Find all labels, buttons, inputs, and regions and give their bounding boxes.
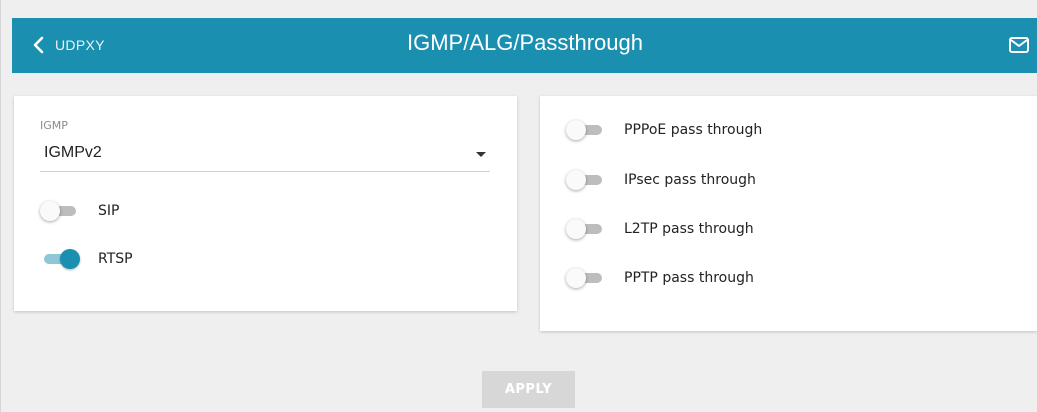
sip-toggle-label: SIP <box>98 203 120 219</box>
sip-toggle[interactable] <box>40 200 80 222</box>
page-title: IGMP/ALG/Passthrough <box>407 30 643 55</box>
page: UDPXY IGMP/ALG/Passthrough IGMP IGMPv2 S… <box>0 0 1037 412</box>
toggle-row-ipsec[interactable]: IPsec pass through <box>566 169 756 191</box>
toggle-row-l2tp[interactable]: L2TP pass through <box>566 218 754 240</box>
igmp-alg-card: IGMP IGMPv2 SIP RTSP <box>14 96 517 311</box>
ipsec-toggle[interactable] <box>566 169 606 191</box>
toggle-row-pppoe[interactable]: PPPoE pass through <box>566 119 762 141</box>
ipsec-toggle-label: IPsec pass through <box>624 172 756 188</box>
pppoe-toggle-label: PPPoE pass through <box>624 122 763 138</box>
pptp-toggle[interactable] <box>566 267 606 289</box>
caret-down-icon <box>476 152 486 157</box>
pppoe-toggle[interactable] <box>566 119 606 141</box>
toggle-row-rtsp[interactable]: RTSP <box>40 248 133 270</box>
rtsp-toggle[interactable] <box>40 248 80 270</box>
pptp-toggle-label: PPTP pass through <box>624 270 754 286</box>
toggle-row-sip[interactable]: SIP <box>40 200 119 222</box>
header-bar: UDPXY IGMP/ALG/Passthrough <box>12 18 1037 73</box>
igmp-select[interactable]: IGMPv2 <box>40 138 490 172</box>
toggle-row-pptp[interactable]: PPTP pass through <box>566 267 754 289</box>
igmp-select-value: IGMPv2 <box>44 144 102 161</box>
igmp-label: IGMP <box>40 119 68 132</box>
rtsp-toggle-label: RTSP <box>98 251 133 267</box>
apply-button[interactable]: APPLY <box>482 371 575 408</box>
l2tp-toggle-label: L2TP pass through <box>624 221 754 237</box>
mail-icon[interactable] <box>1008 35 1030 55</box>
passthrough-card: PPPoE pass through IPsec pass through L2… <box>540 96 1037 331</box>
l2tp-toggle[interactable] <box>566 218 606 240</box>
